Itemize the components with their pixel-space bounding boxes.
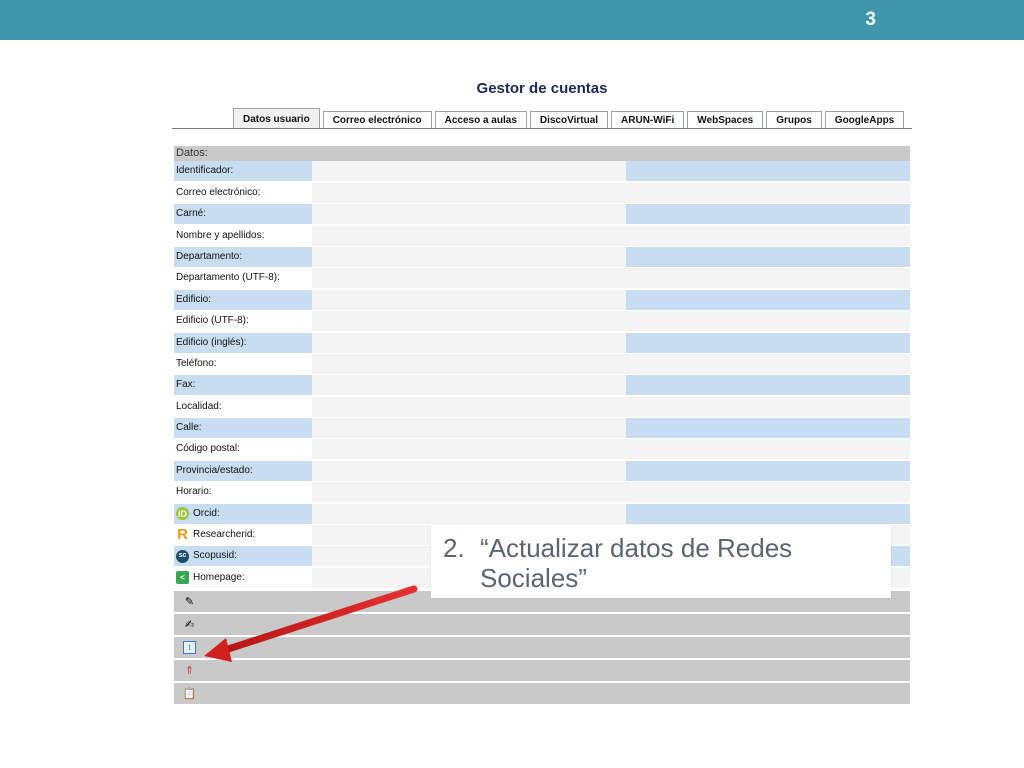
field-value	[312, 246, 626, 267]
tab-googleapps[interactable]: GoogleApps	[824, 111, 905, 129]
slide-number: 3	[865, 9, 876, 30]
field-row-edificio-utf8: Edificio (UTF-8):	[174, 311, 910, 332]
field-label: Fax:	[176, 379, 196, 391]
field-label: Código postal:	[176, 443, 240, 455]
edit-document-icon[interactable]: ✍	[183, 618, 196, 631]
callout-text: “Actualizar datos de Redes Sociales”	[480, 533, 793, 593]
field-value	[312, 460, 626, 481]
tab-correo-electronico[interactable]: Correo electrónico	[322, 111, 432, 129]
field-value	[312, 353, 626, 374]
slide-header-bar: 3	[0, 0, 1024, 40]
field-label: Correo electrónico:	[176, 186, 261, 198]
field-value	[312, 225, 626, 246]
field-label: Departamento:	[176, 250, 243, 262]
tab-webspaces[interactable]: WebSpaces	[687, 111, 764, 129]
action-clipboard[interactable]: 📋	[174, 682, 910, 704]
action-edit-document[interactable]: ✍	[174, 613, 910, 635]
callout-number: 2.	[443, 533, 465, 563]
field-row-correo: Correo electrónico:	[174, 182, 910, 204]
field-label: Calle:	[176, 422, 202, 434]
field-label: Orcid:	[193, 507, 220, 519]
field-row-localidad: Localidad:	[174, 396, 910, 418]
tab-disco-virtual[interactable]: DiscoVirtual	[529, 111, 609, 129]
user-data-panel: Datos: Identificador: Correo electrónico…	[174, 146, 910, 704]
field-value	[312, 161, 626, 182]
field-label: Homepage:	[193, 571, 245, 583]
field-row-edificio: Edificio:	[174, 289, 910, 311]
scopus-icon: sc	[176, 549, 189, 563]
field-value	[312, 418, 626, 439]
field-label: Edificio:	[176, 293, 212, 305]
page-title: Gestor de cuentas	[476, 80, 608, 97]
field-row-provincia: Provincia/estado:	[174, 460, 910, 482]
field-label: Edificio (inglés):	[176, 336, 247, 348]
field-label: Nombre y apellidos:	[176, 229, 265, 241]
action-update-social-networks[interactable]: t	[174, 636, 910, 658]
tabs-divider	[172, 128, 912, 129]
field-row-orcid: iD Orcid:	[174, 503, 910, 525]
field-label: Scopusid:	[193, 550, 237, 562]
upload-document-icon[interactable]: ⇑	[183, 664, 196, 677]
field-row-carne: Carné:	[174, 204, 910, 225]
tab-datos-usuario[interactable]: Datos usuario	[233, 108, 320, 129]
field-value	[312, 182, 626, 203]
annotation-callout: 2. “Actualizar datos de Redes Sociales”	[431, 525, 891, 598]
field-value	[312, 439, 626, 460]
field-row-identificador: Identificador:	[174, 161, 910, 182]
field-value	[312, 332, 626, 353]
field-label: Edificio (UTF-8):	[176, 315, 249, 327]
clipboard-icon[interactable]: 📋	[183, 687, 197, 700]
field-value	[312, 268, 626, 289]
tab-bar: Datos usuario Correo electrónico Acceso …	[233, 108, 905, 129]
social-networks-icon[interactable]: t	[183, 640, 196, 654]
field-row-horario: Horario:	[174, 482, 910, 503]
field-label: Departamento (UTF-8):	[176, 272, 280, 284]
tab-grupos[interactable]: Grupos	[766, 111, 822, 129]
field-row-fax: Fax:	[174, 375, 910, 396]
field-value	[312, 311, 626, 332]
edit-pencil-icon[interactable]: ✎	[183, 595, 196, 608]
section-header-datos: Datos:	[174, 146, 910, 161]
field-row-codigo-postal: Código postal:	[174, 439, 910, 460]
field-value	[312, 289, 626, 310]
homepage-share-icon: <	[176, 571, 189, 585]
orcid-icon: iD	[176, 507, 189, 521]
field-label: Teléfono:	[176, 357, 217, 369]
field-row-nombre: Nombre y apellidos:	[174, 225, 910, 247]
field-row-telefono: Teléfono:	[174, 353, 910, 375]
field-row-departamento: Departamento:	[174, 246, 910, 268]
field-row-departamento-utf8: Departamento (UTF-8):	[174, 268, 910, 289]
field-value	[312, 375, 626, 396]
field-label: Researcherid:	[193, 529, 256, 541]
researcherid-icon: R	[177, 526, 188, 544]
field-label: Identificador:	[176, 165, 234, 177]
tab-acceso-aulas[interactable]: Acceso a aulas	[434, 111, 527, 129]
field-value	[312, 503, 626, 524]
field-label: Provincia/estado:	[176, 464, 253, 476]
field-row-calle: Calle:	[174, 418, 910, 439]
action-upload-document[interactable]: ⇑	[174, 659, 910, 681]
tab-arun-wifi[interactable]: ARUN-WiFi	[611, 111, 685, 129]
field-value	[312, 204, 626, 225]
field-value	[312, 396, 626, 417]
field-row-edificio-ingles: Edificio (inglés):	[174, 332, 910, 354]
field-label: Carné:	[176, 208, 207, 220]
field-label: Localidad:	[176, 400, 222, 412]
field-value	[312, 482, 626, 503]
field-label: Horario:	[176, 486, 212, 498]
